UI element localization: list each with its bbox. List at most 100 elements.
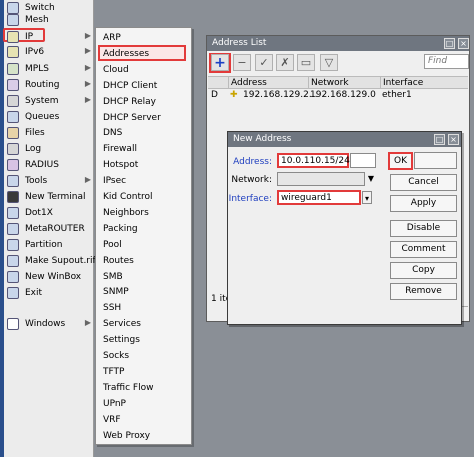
filter-icon[interactable]: ▽ [320,54,338,71]
submenu-item-vrf[interactable]: VRF [103,413,189,427]
column-address[interactable]: Address [228,77,308,89]
sidebar-item-label: Tools [25,175,48,186]
submenu-arrow-icon: ▶ [84,31,91,40]
sidebar-item-dot1x[interactable]: Dot1X [4,205,94,220]
close-icon[interactable]: × [458,38,469,49]
network-field[interactable] [277,172,365,186]
submenu-item-dhcp-client[interactable]: DHCP Client [103,79,189,93]
sidebar-item-ipv6[interactable]: IPv6 ▶ [4,44,94,59]
submenu-item-snmp[interactable]: SNMP [103,285,189,299]
ok-button[interactable]: OK [388,152,413,170]
sidebar-item-label: System [25,95,59,106]
sidebar-item-label: Switch [25,2,55,13]
menu-item-icon [7,286,19,299]
submenu-item-ipsec[interactable]: IPsec [103,174,189,188]
apply-button[interactable]: Apply [390,195,457,212]
submenu-item-web-proxy[interactable]: Web Proxy [103,429,189,443]
sidebar-item-mesh[interactable]: Mesh [4,12,94,27]
find-input[interactable]: Find [424,54,469,69]
sidebar-item-routing[interactable]: Routing ▶ [4,77,94,92]
submenu-arrow-icon: ▶ [84,175,91,184]
network-label: Network: [231,175,272,185]
sidebar-item-new-winbox[interactable]: New WinBox [4,269,94,284]
menu-item-icon [7,45,19,58]
menu-item-icon [7,62,19,75]
submenu-item-packing[interactable]: Packing [103,222,189,236]
close-icon[interactable]: × [448,134,459,145]
row-address: 192.168.129.2... [243,90,318,100]
menu-item-icon [7,238,19,251]
sidebar-item-exit[interactable]: Exit [4,285,94,300]
sidebar-item-label: MPLS [25,63,49,74]
address-field[interactable]: 10.0.110.15/24 [277,153,350,168]
restore-icon[interactable]: □ [434,134,445,145]
submenu-item-kid-control[interactable]: Kid Control [103,190,189,204]
copy-button[interactable]: Copy [390,262,457,279]
submenu-item-dhcp-relay[interactable]: DHCP Relay [103,95,189,109]
table-row[interactable]: D ✚ 192.168.129.2... 192.168.129.0 ether… [208,90,468,101]
sidebar-item-label: Queues [25,111,60,122]
submenu-item-tftp[interactable]: TFTP [103,365,189,379]
sidebar-item-metarouter[interactable]: MetaROUTER [4,221,94,236]
submenu-item-arp[interactable]: ARP [103,31,189,45]
submenu-item-dns[interactable]: DNS [103,126,189,140]
submenu-item-socks[interactable]: Socks [103,349,189,363]
sidebar-item-new-terminal[interactable]: New Terminal [4,189,94,204]
sidebar-item-partition[interactable]: Partition [4,237,94,252]
remove-icon[interactable]: − [233,54,251,71]
submenu-item-settings[interactable]: Settings [103,333,189,347]
sidebar-item-label: IP [25,31,34,42]
column-interface[interactable]: Interface [380,77,468,89]
submenu-arrow-icon: ▶ [84,318,91,327]
cancel-button[interactable]: Cancel [390,174,457,191]
sidebar-item-label: Mesh [25,14,49,25]
sidebar-item-log[interactable]: Log [4,141,94,156]
submenu-item-routes[interactable]: Routes [103,254,189,268]
new-address-title: New Address [233,134,292,144]
row-flag: D [211,90,218,100]
network-dropdown-icon[interactable]: ▼ [366,172,376,185]
add-icon[interactable]: + [211,54,229,71]
submenu-item-addresses[interactable]: Addresses [103,47,189,61]
sidebar-item-mpls[interactable]: MPLS ▶ [4,61,94,76]
comment-icon[interactable]: ▭ [297,54,315,71]
submenu-item-ssh[interactable]: SSH [103,301,189,315]
submenu-item-upnp[interactable]: UPnP [103,397,189,411]
menu-item-icon [7,78,19,91]
column-network[interactable]: Network [308,77,380,89]
new-address-titlebar[interactable]: New Address □ × [228,132,461,147]
ok-button-extension[interactable] [414,152,457,169]
submenu-item-neighbors[interactable]: Neighbors [103,206,189,220]
sidebar-item-radius[interactable]: RADIUS [4,157,94,172]
enable-icon[interactable]: ✓ [255,54,273,71]
remove-button[interactable]: Remove [390,283,457,300]
sidebar-item-ip[interactable]: IP ▶ [4,29,94,44]
sidebar-item-queues[interactable]: Queues [4,109,94,124]
interface-dropdown-icon[interactable]: ▾ [362,191,372,204]
sidebar-item-make-supout-rif[interactable]: Make Supout.rif [4,253,96,268]
address-list-titlebar[interactable]: Address List □ × [207,36,469,51]
interface-select[interactable]: wireguard1 [277,190,361,205]
disable-icon[interactable]: ✗ [276,54,294,71]
disable-button[interactable]: Disable [390,220,457,237]
sidebar-item-system[interactable]: System ▶ [4,93,94,108]
submenu-arrow-icon: ▶ [84,46,91,55]
sidebar-item-tools[interactable]: Tools ▶ [4,173,94,188]
menu-item-icon [7,30,19,43]
restore-icon[interactable]: □ [444,38,455,49]
submenu-item-firewall[interactable]: Firewall [103,142,189,156]
sidebar-item-label: New WinBox [25,271,82,282]
sidebar-item-windows[interactable]: Windows ▶ [4,316,94,331]
submenu-item-smb[interactable]: SMB [103,270,189,284]
new-address-window: New Address □ × Address: 10.0.110.15/24 … [227,131,462,325]
submenu-item-hotspot[interactable]: Hotspot [103,158,189,172]
submenu-item-dhcp-server[interactable]: DHCP Server [103,111,189,125]
address-field-extension[interactable] [350,153,376,168]
sidebar-item-label: Routing [25,79,60,90]
submenu-item-pool[interactable]: Pool [103,238,189,252]
submenu-item-services[interactable]: Services [103,317,189,331]
submenu-item-cloud[interactable]: Cloud [103,63,189,77]
comment-button[interactable]: Comment [390,241,457,258]
sidebar-item-files[interactable]: Files [4,125,94,140]
submenu-item-traffic-flow[interactable]: Traffic Flow [103,381,189,395]
